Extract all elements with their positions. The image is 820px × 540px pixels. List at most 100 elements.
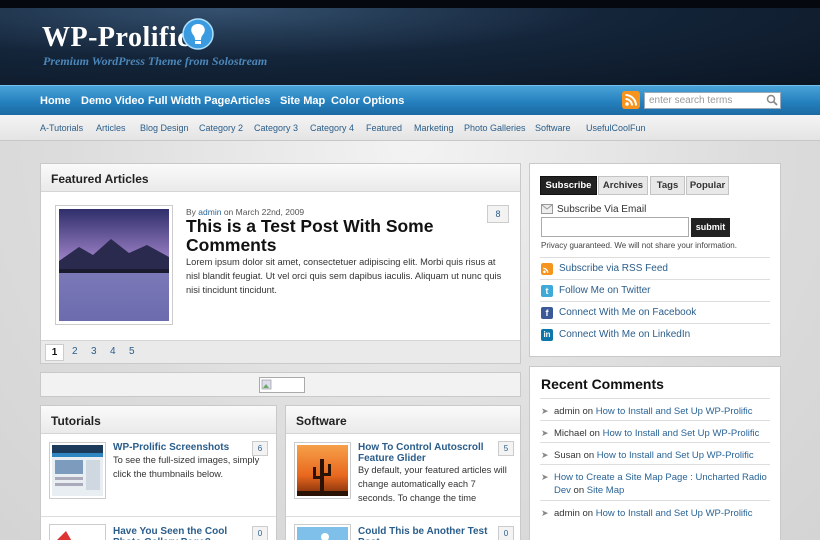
- software-comment-badge-1[interactable]: 5: [498, 441, 514, 456]
- comment-on: on: [582, 406, 594, 417]
- page-1[interactable]: 1: [45, 344, 64, 361]
- featured-image: [59, 209, 169, 321]
- email-icon: [541, 204, 553, 214]
- comment-count-badge[interactable]: 8: [487, 205, 509, 223]
- site-tagline: Premium WordPress Theme from Solostream: [43, 54, 268, 68]
- comment-post-link[interactable]: How to Install and Set Up WP-Prolific: [603, 428, 760, 439]
- linkedin-icon: in: [541, 329, 553, 341]
- tab-popular[interactable]: Popular: [686, 176, 729, 195]
- rss-feed-label[interactable]: Subscribe via RSS Feed: [559, 263, 668, 274]
- cat-item-featured[interactable]: Featured: [366, 123, 402, 133]
- cat-item-category-2[interactable]: Category 2: [199, 123, 243, 133]
- page-5[interactable]: 5: [129, 346, 135, 357]
- broken-image-icon[interactable]: [259, 377, 305, 393]
- comment-author: Susan: [554, 450, 581, 461]
- rss-feed-link[interactable]: Subscribe via RSS Feed: [540, 257, 770, 279]
- software-heading: Software: [286, 406, 520, 434]
- recent-comment-item: ➤ Susan on How to Install and Set Up WP-…: [540, 442, 770, 464]
- site-header: WP-Prolific Premium WordPress Theme from…: [0, 0, 820, 85]
- comment-author: Michael: [554, 428, 587, 439]
- software-thumbnail-1[interactable]: [294, 442, 351, 499]
- software-box: Software How To Control Autoscroll Featu…: [285, 405, 521, 540]
- arrow-icon: ➤: [541, 472, 549, 482]
- software-divider: [286, 516, 520, 517]
- twitter-icon: t: [541, 285, 553, 297]
- twitter-link[interactable]: t Follow Me on Twitter: [540, 279, 770, 301]
- facebook-link[interactable]: f Connect With Me on Facebook: [540, 301, 770, 323]
- featured-articles-box: Featured Articles By admin on March 22nd…: [40, 163, 521, 364]
- lightbulb-logo-icon: [182, 18, 214, 50]
- nav-item-demo-video[interactable]: Demo Video: [81, 95, 144, 107]
- cat-item-a-tutorials[interactable]: A-Tutorials: [40, 123, 83, 133]
- comment-post-link[interactable]: How to Install and Set Up WP-Prolific: [596, 406, 753, 417]
- cat-item-marketing[interactable]: Marketing: [414, 123, 454, 133]
- site-title[interactable]: WP-Prolific: [42, 22, 190, 54]
- recent-comment-item: ➤ Michael on How to Install and Set Up W…: [540, 420, 770, 442]
- page-4[interactable]: 4: [110, 346, 116, 357]
- comment-on: on: [573, 485, 585, 496]
- tutorials-heading: Tutorials: [41, 406, 276, 434]
- cat-item-usefulcoolfun[interactable]: UsefulCoolFun: [586, 123, 646, 133]
- email-field[interactable]: [541, 217, 689, 237]
- tab-tags[interactable]: Tags: [650, 176, 685, 195]
- facebook-icon: f: [541, 307, 553, 319]
- tutorials-box: Tutorials WP-Prolific Screenshots To see…: [40, 405, 277, 540]
- cat-item-category-3[interactable]: Category 3: [254, 123, 298, 133]
- header-topline: [0, 0, 820, 8]
- featured-post-title[interactable]: This is a Test Post With Some Comments: [186, 217, 486, 255]
- cat-item-software[interactable]: Software: [535, 123, 571, 133]
- comment-post-link[interactable]: How to Install and Set Up WP-Prolific: [597, 450, 754, 461]
- search-input[interactable]: enter search terms: [644, 92, 781, 109]
- software-thumbnail-2[interactable]: [294, 524, 351, 540]
- recent-comments-heading: Recent Comments: [541, 376, 664, 392]
- cat-item-category-4[interactable]: Category 4: [310, 123, 354, 133]
- featured-heading: Featured Articles: [41, 164, 520, 192]
- facebook-label[interactable]: Connect With Me on Facebook: [559, 307, 696, 318]
- tutorial-comment-badge-1[interactable]: 6: [252, 441, 268, 456]
- tutorial-divider: [41, 516, 276, 517]
- software-post-title-1[interactable]: How To Control Autoscroll Feature Glider: [358, 442, 498, 464]
- cat-item-blog-design[interactable]: Blog Design: [140, 123, 189, 133]
- comment-on: on: [583, 450, 595, 461]
- recent-comment-item: ➤ How to Create a Site Map Page : Unchar…: [540, 464, 770, 500]
- nav-item-home[interactable]: Home: [40, 95, 71, 107]
- comment-author: admin: [554, 508, 580, 519]
- ad-strip: [40, 372, 521, 397]
- search-icon[interactable]: [766, 94, 778, 106]
- arrow-icon: ➤: [541, 406, 549, 416]
- featured-pager: 1 2 3 4 5: [41, 340, 520, 363]
- software-post-title-2[interactable]: Could This be Another Test Post: [358, 526, 498, 540]
- page-3[interactable]: 3: [91, 346, 97, 357]
- tutorial-post-title-1[interactable]: WP-Prolific Screenshots: [113, 442, 243, 453]
- submit-button[interactable]: submit: [691, 218, 730, 237]
- tutorial-thumbnail-2[interactable]: [49, 524, 106, 540]
- featured-thumbnail[interactable]: [55, 205, 173, 325]
- featured-excerpt: Lorem ipsum dolor sit amet, consectetuer…: [186, 257, 502, 295]
- rss-icon[interactable]: [622, 91, 640, 109]
- linkedin-label[interactable]: Connect With Me on LinkedIn: [559, 329, 690, 340]
- recent-comment-item: ➤ admin on How to Install and Set Up WP-…: [540, 500, 770, 522]
- nav-item-site-map[interactable]: Site Map: [280, 95, 325, 107]
- arrow-icon: ➤: [541, 450, 549, 460]
- cat-item-photo-galleries[interactable]: Photo Galleries: [464, 123, 526, 133]
- cat-item-articles[interactable]: Articles: [96, 123, 126, 133]
- comment-on: on: [589, 428, 600, 439]
- page-2[interactable]: 2: [72, 346, 78, 357]
- tab-archives[interactable]: Archives: [598, 176, 648, 195]
- nav-item-full-width-page[interactable]: Full Width Page: [148, 95, 230, 107]
- recent-comment-item: ➤ admin on How to Install and Set Up WP-…: [540, 398, 770, 420]
- tutorial-comment-badge-2[interactable]: 0: [252, 526, 268, 540]
- comment-author: admin: [554, 406, 580, 417]
- comment-post-link[interactable]: Site Map: [587, 485, 625, 496]
- tab-subscribe[interactable]: Subscribe: [540, 176, 597, 195]
- comment-post-link[interactable]: How to Install and Set Up WP-Prolific: [596, 508, 753, 519]
- nav-item-color-options[interactable]: Color Options: [331, 95, 404, 107]
- software-comment-badge-2[interactable]: 0: [498, 526, 514, 540]
- linkedin-link[interactable]: in Connect With Me on LinkedIn: [540, 323, 770, 345]
- tutorial-thumbnail-1[interactable]: [49, 442, 106, 499]
- twitter-label[interactable]: Follow Me on Twitter: [559, 285, 651, 296]
- comment-on: on: [582, 508, 594, 519]
- nav-item-articles[interactable]: Articles: [230, 95, 270, 107]
- privacy-note: Privacy guaranteed. We will not share yo…: [541, 241, 737, 250]
- tutorial-post-title-2[interactable]: Have You Seen the Cool Photo Gallery Pag…: [113, 526, 243, 540]
